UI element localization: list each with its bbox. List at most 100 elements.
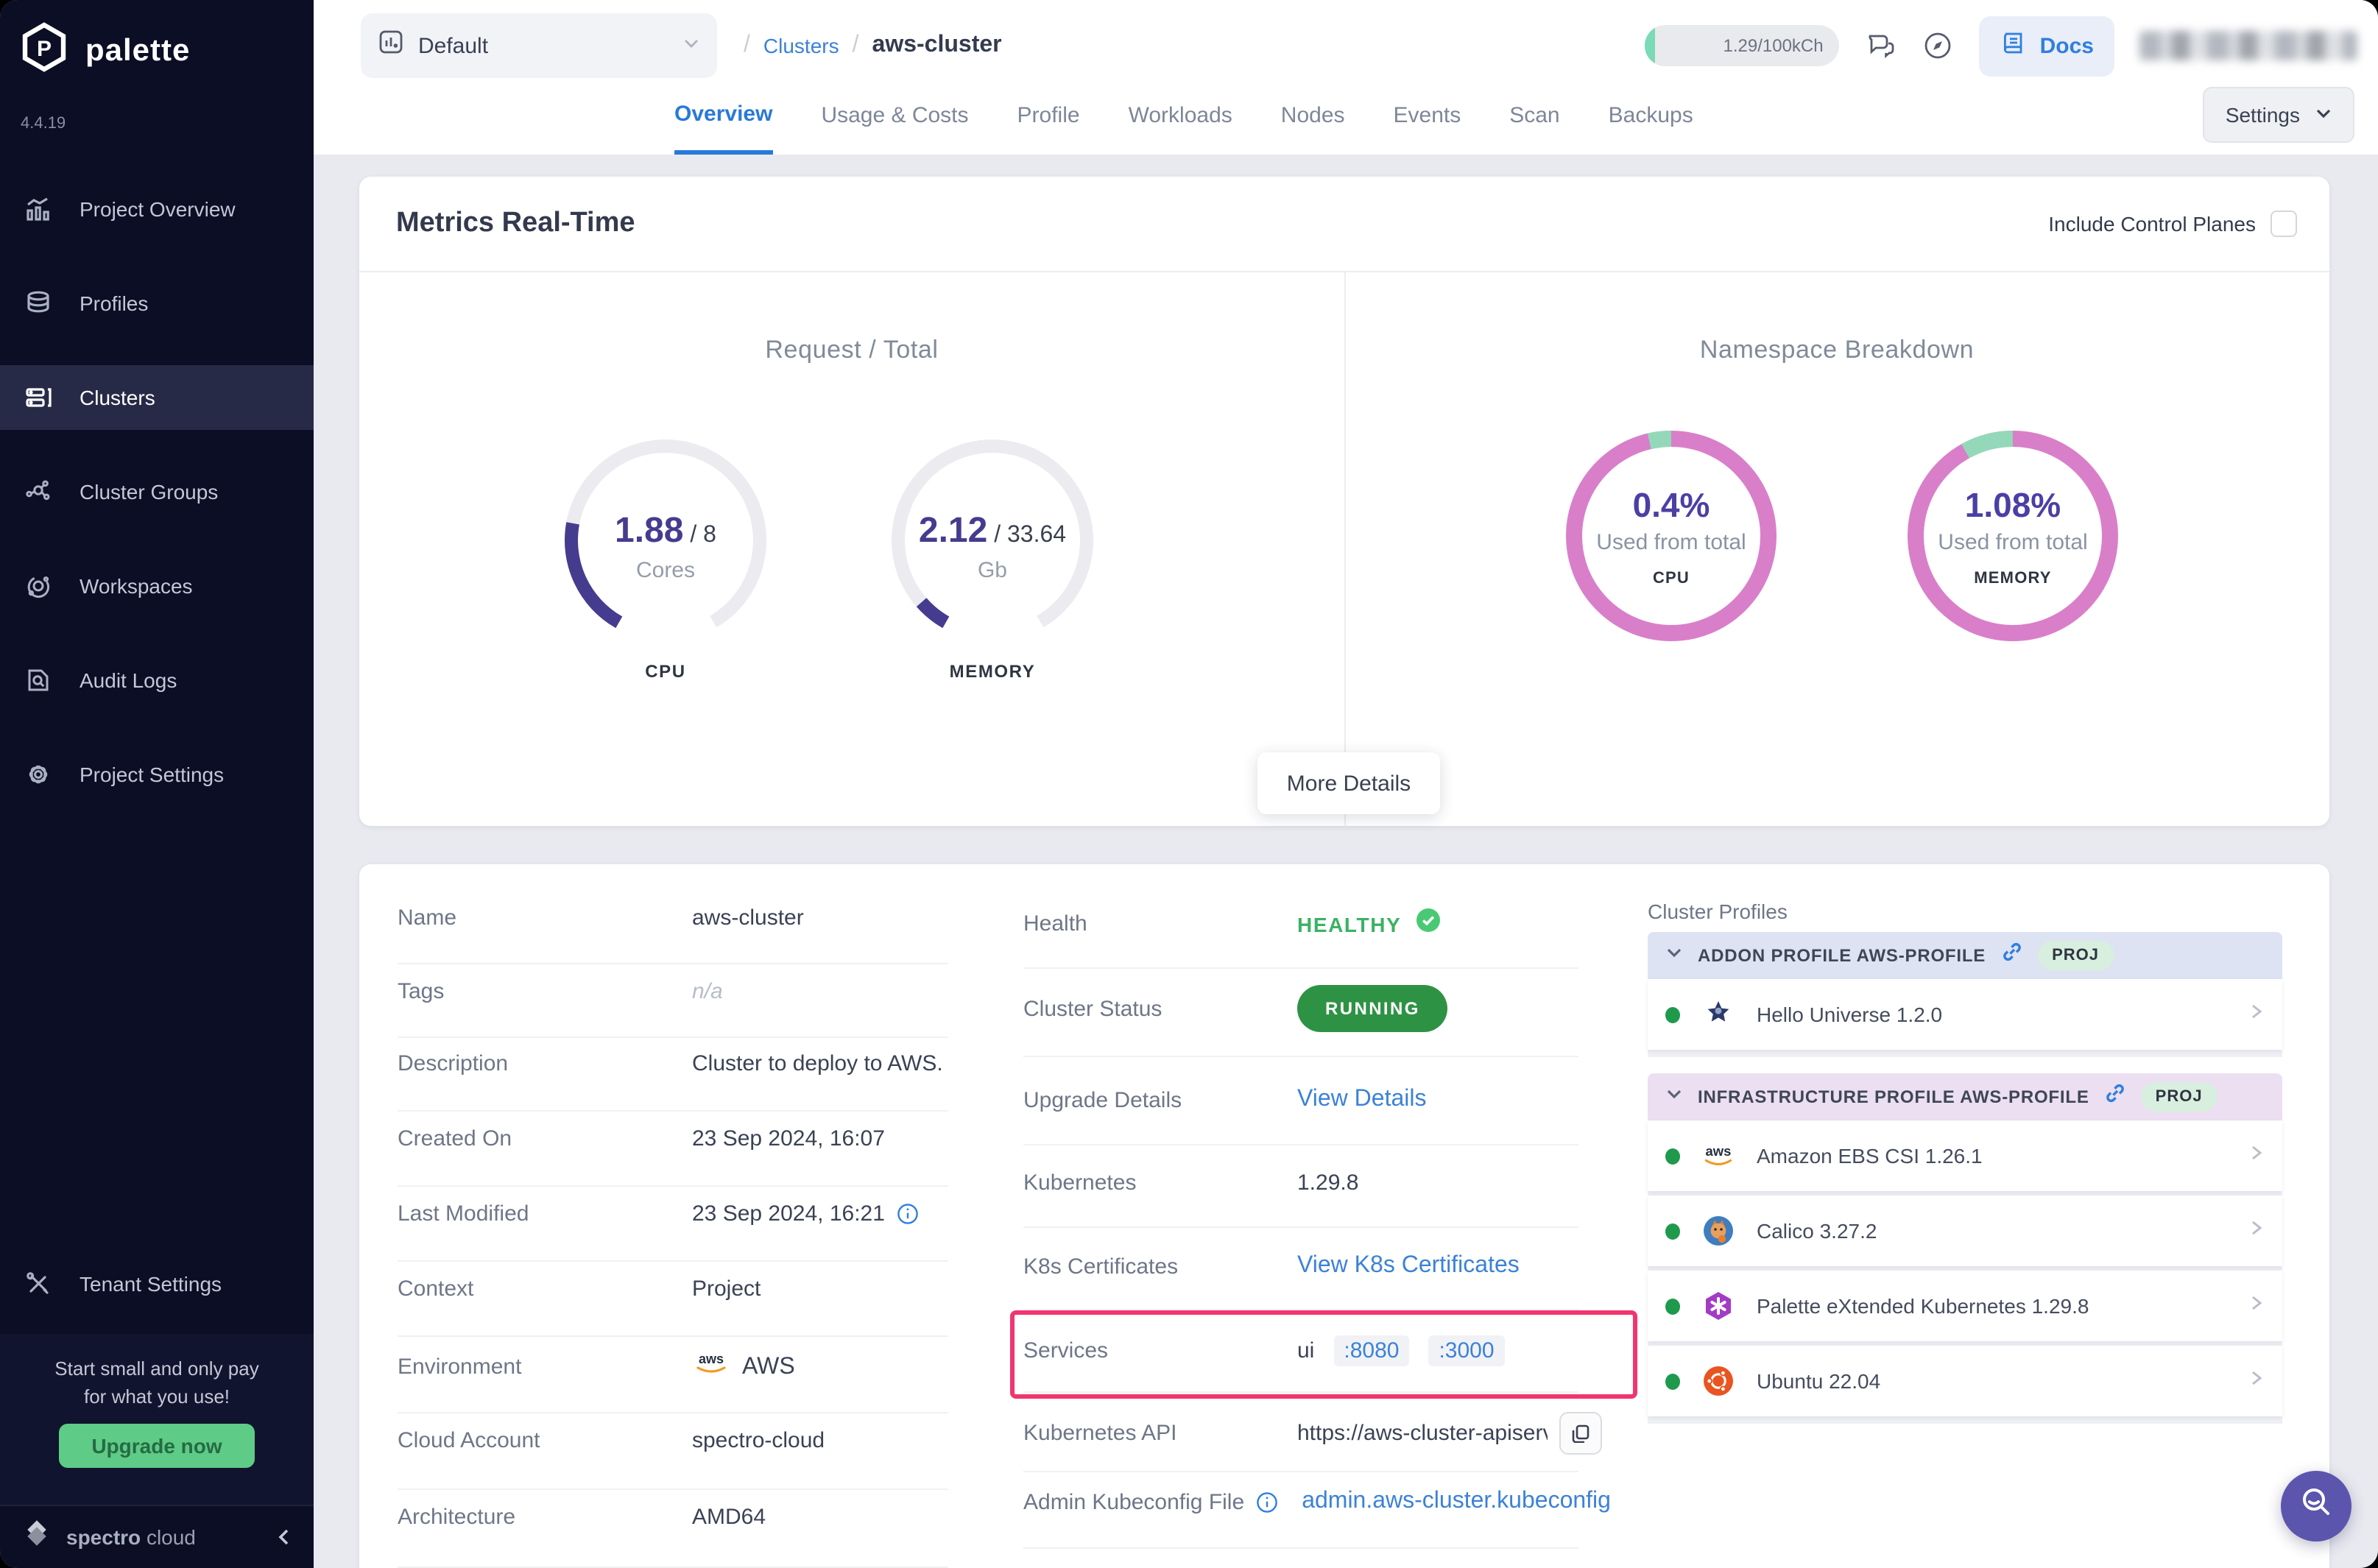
environment-value: AWS (742, 1354, 795, 1380)
kubernetes-version-value: 1.29.8 (1297, 1170, 1358, 1196)
last-modified-value: 23 Sep 2024, 16:21 (692, 1201, 885, 1226)
tab-scan[interactable]: Scan (1509, 77, 1559, 155)
profile-row-hello-universe[interactable]: Hello Universe 1.2.0 (1648, 979, 2282, 1050)
kubernetes-api-value: https://aws-cluster-apiserve... (1297, 1421, 1548, 1446)
sidebar-item-profiles[interactable]: Profiles (0, 271, 314, 336)
breadcrumb-clusters-link[interactable]: Clusters (763, 34, 839, 57)
user-name-redacted[interactable] (2139, 31, 2357, 60)
tab-events[interactable]: Events (1394, 77, 1461, 155)
chevron-right-icon (2247, 1293, 2265, 1319)
ubuntu-logo-icon (1701, 1363, 1736, 1399)
cpu-total-value: / 8 (690, 523, 716, 548)
include-control-planes-label: Include Control Planes (2048, 212, 2256, 236)
tab-nodes[interactable]: Nodes (1281, 77, 1345, 155)
chat-icon[interactable] (1865, 29, 1897, 62)
include-control-planes-checkbox[interactable] (2271, 211, 2297, 237)
cluster-profiles-panel: ADDON PROFILE AWS-PROFILE PROJ Hello Uni… (1648, 932, 2282, 1424)
profile-row-palette-extended-kubernetes[interactable]: Palette eXtended Kubernetes 1.29.8 (1648, 1271, 2282, 1341)
svg-text:P: P (37, 37, 52, 61)
status-dot (1665, 1148, 1680, 1164)
detail-row: ContextProject (398, 1276, 761, 1302)
infrastructure-profile-header[interactable]: INFRASTRUCTURE PROFILE AWS-PROFILE PROJ (1648, 1073, 2282, 1120)
more-details-button[interactable]: More Details (1257, 752, 1440, 814)
settings-button[interactable]: Settings (2204, 87, 2354, 143)
cluster-status-pill: RUNNING (1297, 985, 1448, 1032)
cloud-account-value: spectro-cloud (692, 1428, 825, 1453)
bar-chart-icon (24, 194, 53, 224)
sidebar-footer: spectro cloud (0, 1505, 314, 1568)
cpu-gauge-label: CPU (555, 661, 776, 682)
gear-icon (24, 760, 53, 789)
profile-row-amazon-ebs-csi[interactable]: aws Amazon EBS CSI 1.26.1 (1648, 1120, 2282, 1191)
detail-row: Cloud Accountspectro-cloud (398, 1428, 825, 1453)
include-control-planes: Include Control Planes (2048, 211, 2297, 237)
chevron-right-icon (2247, 1143, 2265, 1169)
memory-gauge: 2.12 / 33.64 Gb MEMORY (882, 434, 1103, 682)
upgrade-now-button[interactable]: Upgrade now (59, 1424, 254, 1468)
namespace-memory-pct: 1.08% (1898, 486, 2128, 526)
chevron-down-icon (1665, 942, 1683, 969)
sidebar-item-label: Profiles (80, 292, 148, 315)
info-icon[interactable] (1256, 1491, 1278, 1513)
sidebar-item-tenant-settings[interactable]: Tenant Settings (0, 1251, 314, 1316)
sidebar-item-audit-logs[interactable]: Audit Logs (0, 648, 314, 713)
namespace-cpu-ring: 0.4% Used from total CPU (1556, 421, 1786, 658)
namespace-cpu-sub: Used from total (1556, 530, 1786, 555)
sidebar-item-project-settings[interactable]: Project Settings (0, 742, 314, 807)
sidebar-item-label: Audit Logs (80, 668, 177, 692)
usage-quota-pill: 1.29/100kCh (1645, 25, 1840, 66)
service-name: ui (1297, 1338, 1314, 1363)
usage-quota-text: 1.29/100kCh (1723, 35, 1824, 56)
service-port-3000[interactable]: :3000 (1428, 1335, 1504, 1366)
docs-button[interactable]: Docs (1980, 15, 2114, 76)
breadcrumb-separator: / (853, 32, 859, 59)
layers-icon (24, 289, 53, 318)
project-selector[interactable]: Default (361, 13, 717, 78)
namespace-breakdown-title: Namespace Breakdown (1344, 336, 2329, 365)
detail-row: Upgrade Details View Details (1023, 1087, 1427, 1113)
sidebar-item-project-overview[interactable]: Project Overview (0, 177, 314, 241)
chevron-right-icon (2247, 1218, 2265, 1244)
sidebar-item-label: Workspaces (80, 574, 193, 598)
svg-text:aws: aws (699, 1352, 724, 1366)
memory-gauge-label: MEMORY (882, 661, 1103, 682)
addon-profile-header[interactable]: ADDON PROFILE AWS-PROFILE PROJ (1648, 932, 2282, 979)
app-version: 4.4.19 (21, 115, 66, 133)
architecture-value: AMD64 (692, 1505, 766, 1530)
compass-icon[interactable] (1922, 29, 1955, 62)
cluster-profiles-title: Cluster Profiles (1648, 900, 1788, 923)
service-port-8080[interactable]: :8080 (1333, 1335, 1409, 1366)
memory-total-value: / 33.64 (994, 523, 1066, 548)
copy-icon[interactable] (1559, 1412, 1602, 1455)
docs-label: Docs (2040, 33, 2094, 58)
brand-name: palette (85, 33, 190, 68)
view-k8s-certificates-link[interactable]: View K8s Certificates (1297, 1253, 1520, 1279)
search-assistant-fab[interactable] (2281, 1471, 2351, 1541)
tab-backups[interactable]: Backups (1609, 77, 1693, 155)
metrics-title: Metrics Real-Time (396, 208, 635, 240)
detail-row: ArchitectureAMD64 (398, 1505, 766, 1530)
services-row: Services ui :8080 :3000 (1023, 1335, 1505, 1366)
orbit-icon (24, 571, 53, 601)
sidebar-item-label: Tenant Settings (80, 1272, 222, 1296)
description-value: Cluster to deploy to AWS. (692, 1051, 943, 1076)
chevron-right-icon (2247, 1001, 2265, 1028)
tab-profile[interactable]: Profile (1017, 77, 1080, 155)
admin-kubeconfig-link[interactable]: admin.aws-cluster.kubeconfig (1302, 1488, 1611, 1515)
view-details-link[interactable]: View Details (1297, 1087, 1427, 1113)
collapse-sidebar-chevron[interactable] (275, 1528, 293, 1546)
sidebar-item-cluster-groups[interactable]: Cluster Groups (0, 459, 314, 524)
cpu-unit: Cores (555, 558, 776, 583)
sidebar-item-workspaces[interactable]: Workspaces (0, 554, 314, 618)
status-dot (1665, 1373, 1680, 1389)
cpu-gauge: 1.88 / 8 Cores CPU (555, 434, 776, 682)
profile-row-calico[interactable]: Calico 3.27.2 (1648, 1196, 2282, 1266)
sidebar-item-clusters[interactable]: Clusters (0, 365, 314, 430)
info-icon[interactable] (897, 1203, 919, 1225)
namespace-cpu-label: CPU (1556, 570, 1786, 587)
calico-logo-icon (1701, 1213, 1736, 1249)
tab-workloads[interactable]: Workloads (1129, 77, 1232, 155)
profile-row-ubuntu[interactable]: Ubuntu 22.04 (1648, 1346, 2282, 1416)
tab-usage-costs[interactable]: Usage & Costs (821, 77, 968, 155)
tab-overview[interactable]: Overview (674, 77, 772, 155)
